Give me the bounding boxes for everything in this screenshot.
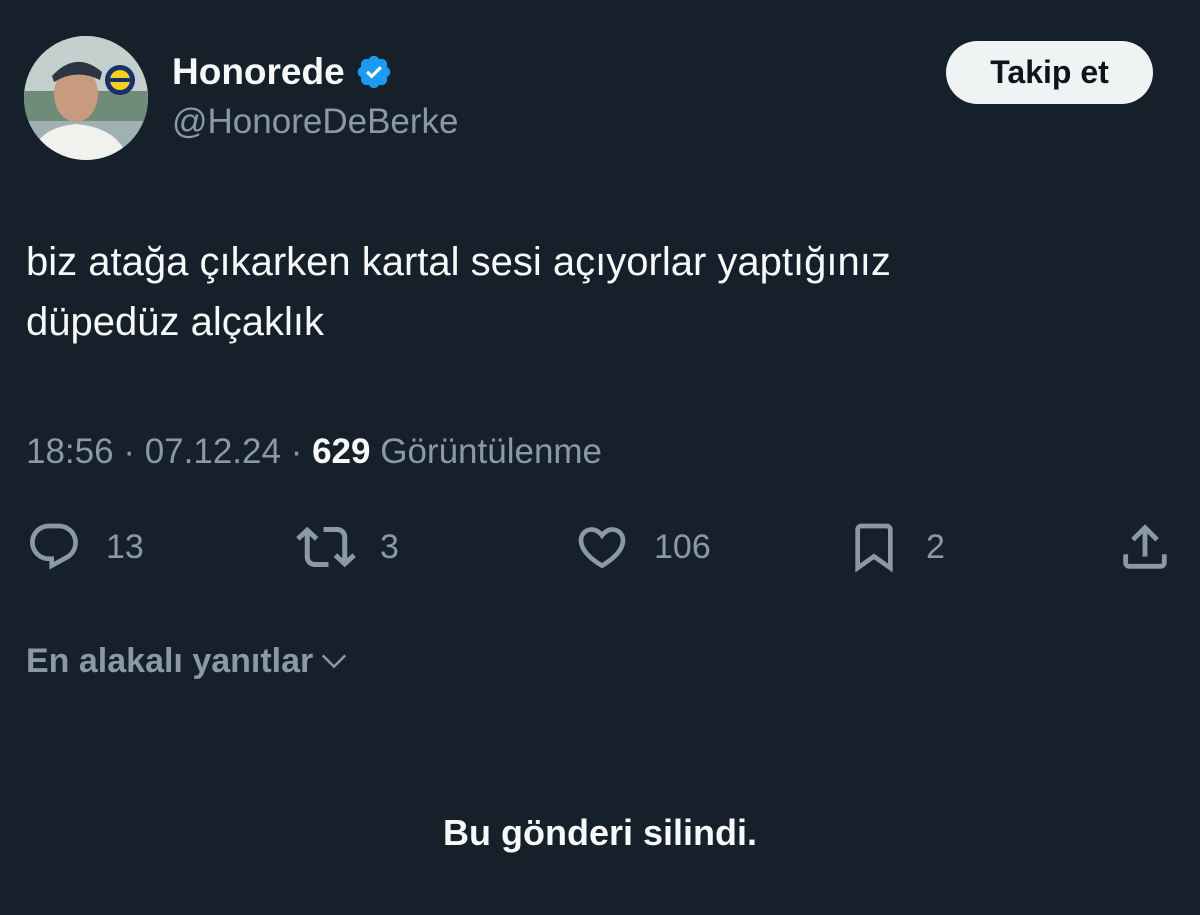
chevron-down-icon: [322, 654, 347, 669]
retweet-icon: [296, 526, 356, 568]
views-count: 629: [312, 432, 371, 471]
retweet-count: 3: [380, 527, 399, 566]
avatar[interactable]: [24, 36, 148, 160]
author-handle[interactable]: @HonoreDeBerke: [172, 100, 459, 144]
tweet-actions-bar: 13 3 106 2: [0, 515, 1200, 579]
author-name-row: Honorede: [172, 50, 393, 94]
author-display-name[interactable]: Honorede: [172, 50, 345, 94]
tweet-header: Honorede @HonoreDeBerke Takip et: [0, 0, 1200, 170]
reply-count: 13: [106, 527, 144, 566]
like-count: 106: [654, 527, 711, 566]
verified-badge-icon: [355, 53, 393, 91]
retweet-button[interactable]: 3: [296, 515, 399, 579]
tweet-text: biz atağa çıkarken kartal sesi açıyorlar…: [26, 240, 891, 344]
like-button[interactable]: 106: [574, 515, 711, 579]
reply-icon: [30, 523, 78, 570]
heart-icon: [578, 527, 626, 569]
reply-button[interactable]: 13: [26, 515, 144, 579]
meta-separator: ·: [290, 432, 303, 471]
follow-button[interactable]: Takip et: [946, 41, 1153, 104]
profile-photo-avatar-icon: [24, 36, 148, 160]
share-icon: [1123, 524, 1167, 569]
bookmark-button[interactable]: 2: [846, 515, 945, 579]
bookmark-count: 2: [926, 527, 945, 566]
tweet-time[interactable]: 18:56: [26, 432, 114, 471]
tweet-meta: 18:56 · 07.12.24 · 629 Görüntülenme: [26, 428, 602, 476]
tweet-date[interactable]: 07.12.24: [145, 432, 281, 471]
share-button[interactable]: [1116, 515, 1174, 579]
views-label: Görüntülenme: [380, 432, 603, 471]
meta-separator: ·: [123, 432, 135, 471]
deleted-post-notice: Bu gönderi silindi.: [443, 812, 757, 853]
replies-sort-label: En alakalı yanıtlar: [26, 642, 314, 680]
bookmark-icon: [855, 523, 893, 573]
replies-sort-dropdown[interactable]: En alakalı yanıtlar: [26, 637, 349, 685]
